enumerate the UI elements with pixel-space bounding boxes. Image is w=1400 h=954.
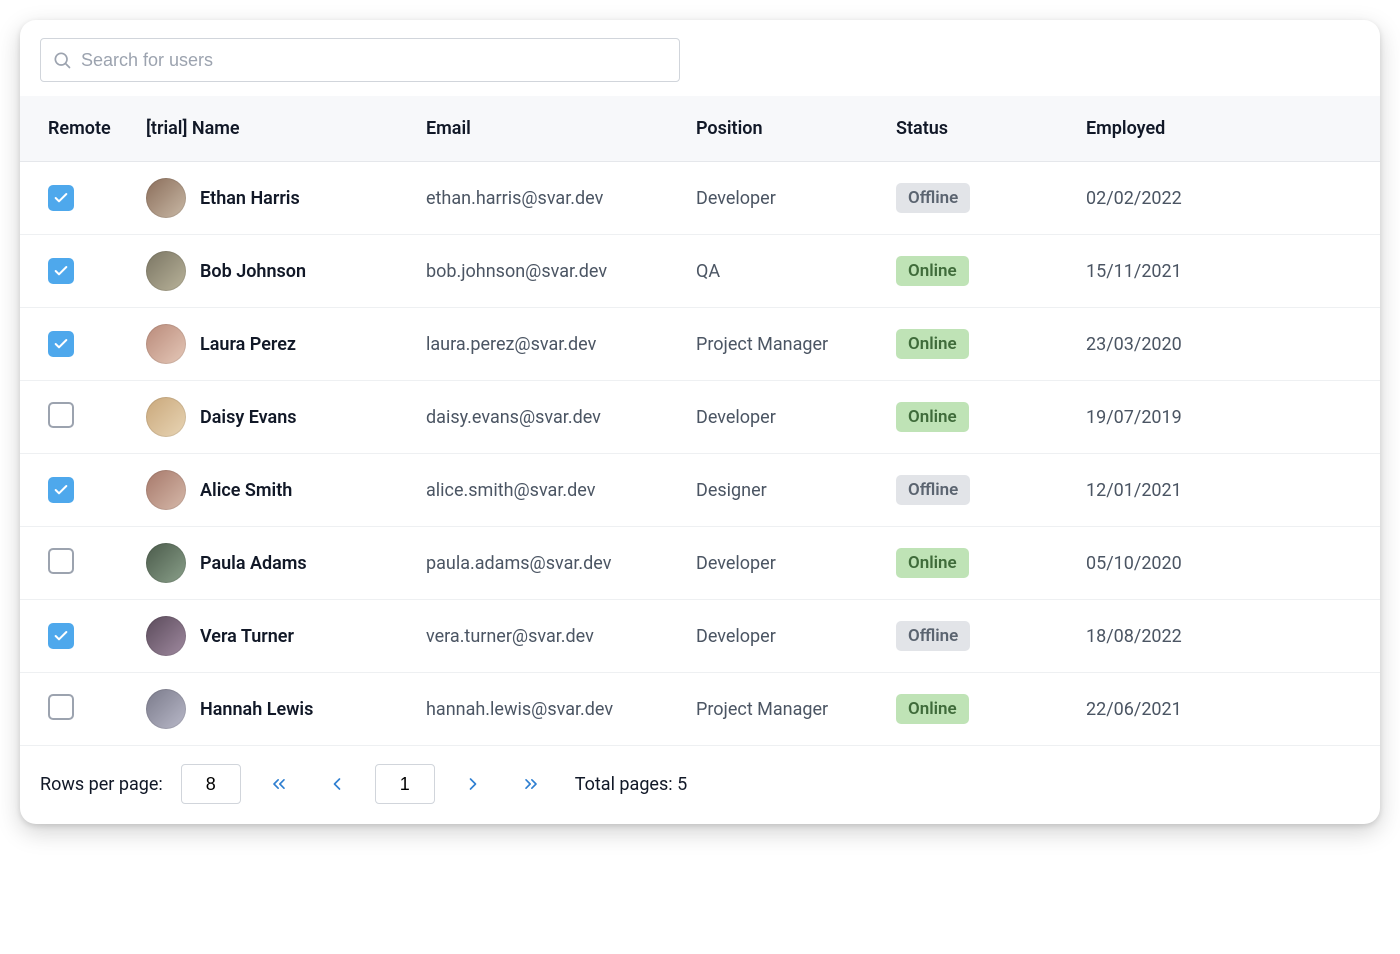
column-header-remote[interactable]: Remote	[20, 96, 130, 162]
status-badge: Online	[896, 694, 969, 724]
status-badge: Offline	[896, 475, 970, 505]
user-position: Developer	[680, 527, 880, 600]
status-badge: Online	[896, 329, 969, 359]
user-email: laura.perez@svar.dev	[410, 308, 680, 381]
user-name: Hannah Lewis	[200, 699, 313, 720]
table-row[interactable]: Hannah Lewis hannah.lewis@svar.devProject…	[20, 673, 1380, 746]
search-icon	[52, 50, 72, 70]
user-employed: 05/10/2020	[1070, 527, 1380, 600]
user-email: bob.johnson@svar.dev	[410, 235, 680, 308]
user-email: hannah.lewis@svar.dev	[410, 673, 680, 746]
avatar	[146, 397, 186, 437]
prev-page-button[interactable]	[321, 768, 353, 800]
user-name: Daisy Evans	[200, 407, 297, 428]
user-name: Bob Johnson	[200, 261, 306, 282]
avatar	[146, 470, 186, 510]
table-row[interactable]: Alice Smith alice.smith@svar.devDesigner O…	[20, 454, 1380, 527]
remote-checkbox[interactable]	[48, 402, 74, 428]
user-position: QA	[680, 235, 880, 308]
user-email: daisy.evans@svar.dev	[410, 381, 680, 454]
search-bar	[20, 20, 1380, 96]
user-employed: 15/11/2021	[1070, 235, 1380, 308]
user-name: Vera Turner	[200, 626, 294, 647]
remote-checkbox[interactable]	[48, 477, 74, 503]
table-row[interactable]: Paula Adams paula.adams@svar.devDeveloper…	[20, 527, 1380, 600]
user-position: Developer	[680, 162, 880, 235]
user-name: Paula Adams	[200, 553, 307, 574]
users-panel: Remote [trial] Name Email Position Statu…	[20, 20, 1380, 824]
avatar	[146, 616, 186, 656]
status-badge: Online	[896, 402, 969, 432]
rows-per-page-label: Rows per page:	[40, 774, 163, 795]
user-position: Project Manager	[680, 673, 880, 746]
users-table: Remote [trial] Name Email Position Statu…	[20, 96, 1380, 746]
remote-checkbox[interactable]	[48, 694, 74, 720]
column-header-name[interactable]: [trial] Name	[130, 96, 410, 162]
user-name: Laura Perez	[200, 334, 296, 355]
column-header-position[interactable]: Position	[680, 96, 880, 162]
table-row[interactable]: Laura Perez laura.perez@svar.devProject M…	[20, 308, 1380, 381]
avatar	[146, 178, 186, 218]
current-page-input[interactable]	[375, 764, 435, 804]
column-header-employed[interactable]: Employed	[1070, 96, 1380, 162]
table-row[interactable]: Daisy Evans daisy.evans@svar.devDeveloper…	[20, 381, 1380, 454]
user-position: Project Manager	[680, 308, 880, 381]
status-badge: Online	[896, 548, 969, 578]
rows-per-page-input[interactable]	[181, 764, 241, 804]
user-employed: 22/06/2021	[1070, 673, 1380, 746]
search-input[interactable]	[40, 38, 680, 82]
total-pages-label: Total pages: 5	[575, 774, 687, 795]
user-employed: 19/07/2019	[1070, 381, 1380, 454]
user-name: Alice Smith	[200, 480, 292, 501]
table-row[interactable]: Bob Johnson bob.johnson@svar.devQA Online 1…	[20, 235, 1380, 308]
remote-checkbox[interactable]	[48, 258, 74, 284]
user-employed: 18/08/2022	[1070, 600, 1380, 673]
column-header-email[interactable]: Email	[410, 96, 680, 162]
last-page-button[interactable]	[515, 768, 547, 800]
user-position: Developer	[680, 600, 880, 673]
pager: Rows per page: Total pages: 5	[20, 746, 1380, 818]
avatar	[146, 251, 186, 291]
avatar	[146, 543, 186, 583]
user-email: vera.turner@svar.dev	[410, 600, 680, 673]
remote-checkbox[interactable]	[48, 185, 74, 211]
user-position: Developer	[680, 381, 880, 454]
remote-checkbox[interactable]	[48, 548, 74, 574]
user-email: alice.smith@svar.dev	[410, 454, 680, 527]
status-badge: Offline	[896, 621, 970, 651]
status-badge: Offline	[896, 183, 970, 213]
user-email: ethan.harris@svar.dev	[410, 162, 680, 235]
table-header-row: Remote [trial] Name Email Position Statu…	[20, 96, 1380, 162]
user-employed: 23/03/2020	[1070, 308, 1380, 381]
user-name: Ethan Harris	[200, 188, 300, 209]
next-page-button[interactable]	[457, 768, 489, 800]
user-employed: 02/02/2022	[1070, 162, 1380, 235]
user-employed: 12/01/2021	[1070, 454, 1380, 527]
avatar	[146, 324, 186, 364]
user-email: paula.adams@svar.dev	[410, 527, 680, 600]
table-row[interactable]: Ethan Harris ethan.harris@svar.devDevelop…	[20, 162, 1380, 235]
remote-checkbox[interactable]	[48, 623, 74, 649]
column-header-status[interactable]: Status	[880, 96, 1070, 162]
user-position: Designer	[680, 454, 880, 527]
first-page-button[interactable]	[263, 768, 295, 800]
remote-checkbox[interactable]	[48, 331, 74, 357]
table-row[interactable]: Vera Turner vera.turner@svar.devDeveloper…	[20, 600, 1380, 673]
status-badge: Online	[896, 256, 969, 286]
avatar	[146, 689, 186, 729]
